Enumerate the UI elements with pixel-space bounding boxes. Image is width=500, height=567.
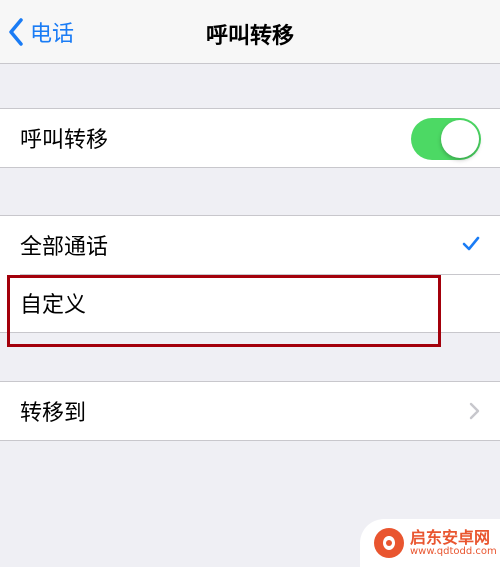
annotation-highlight-box [7, 275, 441, 347]
forward-to-row[interactable]: 转移到 [0, 382, 500, 440]
site-logo-icon [374, 528, 404, 558]
page-title: 呼叫转移 [205, 24, 294, 49]
navigation-bar: 电话 呼叫转移 [0, 0, 500, 64]
toggle-knob [441, 120, 479, 158]
forwarding-group: 呼叫转移 [0, 108, 500, 168]
chevron-right-icon [469, 402, 480, 420]
watermark-name: 启东安卓网 [410, 527, 491, 547]
forwarding-label: 呼叫转移 [20, 128, 109, 153]
checkmark-icon [462, 236, 480, 251]
option-all-calls[interactable]: 全部通话 [0, 216, 500, 274]
forwarding-row: 呼叫转移 [0, 109, 500, 167]
option-all-calls-label: 全部通话 [20, 235, 109, 260]
watermark: 启东安卓网 www.qdtodd.com [360, 519, 500, 567]
forwarding-toggle[interactable] [411, 118, 481, 160]
forward-to-label: 转移到 [20, 401, 87, 426]
forward-to-group: 转移到 [0, 381, 500, 441]
watermark-url: www.qdtodd.com [410, 546, 497, 558]
